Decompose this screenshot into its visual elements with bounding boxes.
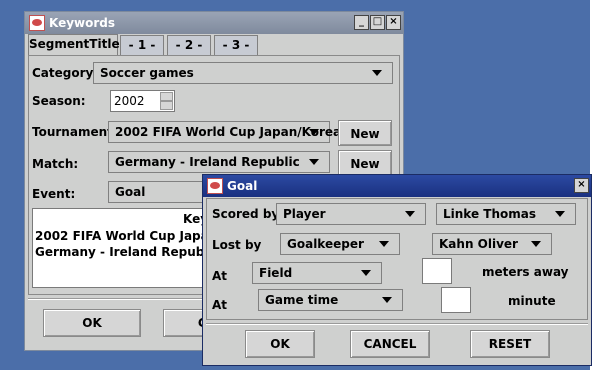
- minute-input[interactable]: [441, 287, 471, 313]
- scored-by-role-value: Player: [283, 207, 326, 221]
- keywords-titlebar[interactable]: Keywords _ □ ×: [25, 12, 403, 34]
- scored-by-player-value: Linke Thomas: [443, 207, 536, 221]
- lost-by-role-value: Goalkeeper: [287, 237, 364, 251]
- event-label: Event:: [32, 187, 76, 201]
- tab-label: - 2 -: [175, 38, 203, 52]
- category-dropdown[interactable]: Soccer games: [93, 62, 393, 84]
- chevron-down-icon: [372, 70, 382, 76]
- tab-1[interactable]: - 1 -: [120, 35, 164, 55]
- at-time-dropdown[interactable]: Game time: [258, 289, 403, 311]
- app-icon: [207, 178, 223, 194]
- list-item[interactable]: Germany - Ireland Republic: [35, 245, 220, 259]
- lost-by-label: Lost by: [212, 238, 262, 252]
- chevron-down-icon: [379, 241, 389, 247]
- category-label: Category: [32, 66, 94, 80]
- at-field-value: Field: [259, 266, 293, 280]
- match-value: Germany - Ireland Republic: [115, 155, 300, 169]
- tab-2[interactable]: - 2 -: [167, 35, 211, 55]
- scored-by-label: Scored by: [212, 207, 280, 221]
- goal-reset-button[interactable]: RESET: [470, 330, 550, 358]
- at-time-label: At: [212, 298, 228, 312]
- app-icon: [29, 15, 45, 31]
- match-new-button[interactable]: New: [338, 150, 392, 176]
- tab-label: - 3 -: [222, 38, 250, 52]
- minute-unit-label: minute: [508, 294, 556, 308]
- chevron-down-icon: [309, 159, 319, 165]
- category-value: Soccer games: [100, 66, 194, 80]
- ok-button[interactable]: OK: [43, 309, 141, 337]
- tournament-label: Tournament:: [32, 125, 118, 139]
- minimize-button[interactable]: _: [354, 15, 369, 30]
- goal-ok-button[interactable]: OK: [245, 330, 315, 358]
- tab-label: - 1 -: [128, 38, 156, 52]
- tab-3[interactable]: - 3 -: [214, 35, 258, 55]
- chevron-down-icon: [361, 270, 371, 276]
- chevron-down-icon: [405, 211, 415, 217]
- dialog-title: Goal: [227, 179, 258, 193]
- tab-segment-title[interactable]: SegmentTitle: [28, 34, 120, 56]
- chevron-down-icon: [309, 129, 319, 135]
- spinner-down-icon[interactable]: [160, 101, 173, 110]
- tab-label: SegmentTitle: [29, 37, 120, 51]
- scored-by-player-dropdown[interactable]: Linke Thomas: [436, 203, 576, 225]
- lost-by-player-value: Kahn Oliver: [439, 237, 518, 251]
- at-time-value: Game time: [265, 293, 339, 307]
- lost-by-player-dropdown[interactable]: Kahn Oliver: [432, 233, 552, 255]
- season-label: Season:: [32, 94, 86, 108]
- tournament-dropdown[interactable]: 2002 FIFA World Cup Japan/Korea: [108, 121, 341, 143]
- chevron-down-icon: [382, 297, 392, 303]
- goal-cancel-button[interactable]: CANCEL: [350, 330, 430, 358]
- tournament-new-button[interactable]: New: [338, 120, 392, 146]
- meters-unit-label: meters away: [482, 265, 569, 279]
- chevron-down-icon: [555, 211, 565, 217]
- at-field-dropdown[interactable]: Field: [252, 262, 382, 284]
- maximize-button[interactable]: □: [370, 15, 385, 30]
- tournament-value: 2002 FIFA World Cup Japan/Korea: [115, 125, 342, 139]
- close-button[interactable]: ×: [386, 15, 401, 30]
- match-label: Match:: [32, 157, 79, 171]
- divider: [206, 323, 588, 325]
- spinner-up-icon[interactable]: [160, 92, 173, 101]
- close-button[interactable]: ×: [574, 178, 589, 193]
- goal-titlebar[interactable]: Goal ×: [203, 175, 591, 197]
- lost-by-role-dropdown[interactable]: Goalkeeper: [280, 233, 400, 255]
- scored-by-role-dropdown[interactable]: Player: [276, 203, 426, 225]
- at-field-label: At: [212, 269, 228, 283]
- season-spinner[interactable]: 2002: [110, 90, 175, 112]
- season-value: 2002: [114, 94, 145, 108]
- event-value: Goal: [115, 185, 146, 199]
- window-title: Keywords: [49, 16, 116, 30]
- match-dropdown[interactable]: Germany - Ireland Republic: [108, 151, 330, 173]
- chevron-down-icon: [531, 241, 541, 247]
- meters-input[interactable]: [422, 258, 452, 284]
